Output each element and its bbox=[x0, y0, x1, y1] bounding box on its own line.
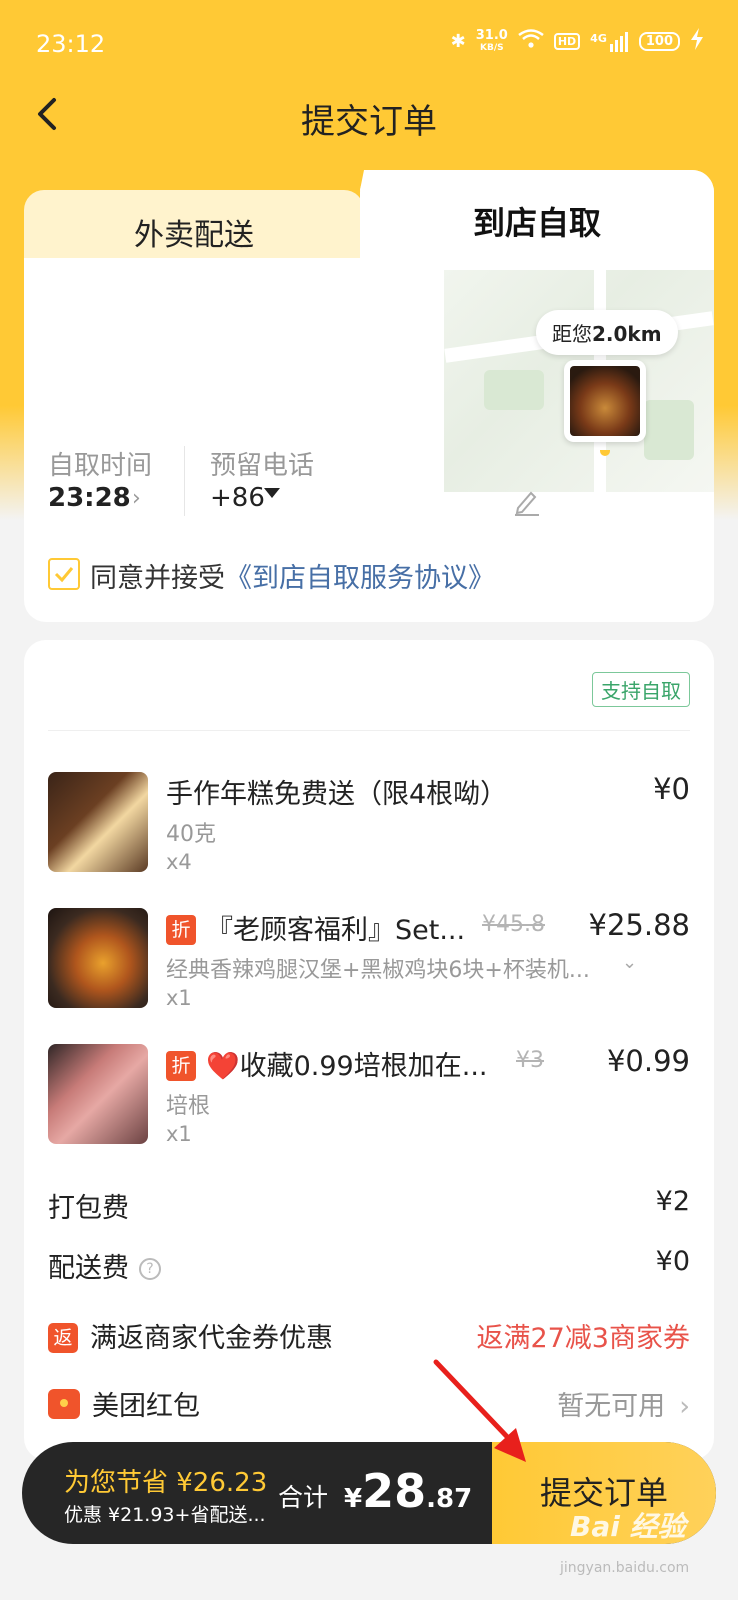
caret-down-icon[interactable] bbox=[264, 488, 280, 498]
phone-value[interactable]: +86 bbox=[210, 483, 265, 513]
item-price: ¥25.88 bbox=[588, 908, 690, 942]
item-name: 折 ❤️收藏0.99培根加在... bbox=[166, 1044, 487, 1083]
page-title: 提交订单 bbox=[301, 102, 437, 142]
total-label: 合计 bbox=[278, 1483, 329, 1512]
status-time: 23:12 bbox=[36, 30, 106, 58]
map-park bbox=[644, 400, 694, 460]
agree-checkbox[interactable] bbox=[48, 558, 80, 590]
help-icon[interactable]: ? bbox=[139, 1258, 161, 1280]
support-pickup-badge: 支持自取 bbox=[592, 672, 690, 707]
watermark-url: jingyan.baidu.com bbox=[560, 1560, 690, 1576]
item-qty: x4 bbox=[166, 850, 192, 874]
packing-fee-row: 打包费 ¥2 bbox=[48, 1186, 690, 1226]
divider bbox=[184, 446, 185, 516]
annotation-arrow-icon bbox=[430, 1358, 540, 1470]
tab-delivery-label[interactable]: 外卖配送 bbox=[24, 210, 364, 254]
packing-fee-value: ¥2 bbox=[655, 1186, 690, 1217]
red-packet-icon bbox=[48, 1389, 80, 1419]
edit-pencil-icon[interactable] bbox=[512, 486, 542, 516]
rebate-value: 返满27减3商家券 bbox=[476, 1323, 690, 1354]
charging-icon bbox=[690, 28, 704, 55]
pickup-card: 外卖配送 到店自取 距您2.0km 自取时间 23:28 › 预留电话 +86 … bbox=[24, 170, 714, 622]
item-qty: x1 bbox=[166, 1122, 192, 1146]
pickup-time-value[interactable]: 23:28 bbox=[48, 483, 131, 513]
delivery-fee-label: 配送费? bbox=[48, 1246, 161, 1285]
order-item[interactable]: 手作年糕免费送（限4根呦） 40克 x4 ¥0 bbox=[48, 772, 690, 876]
order-item[interactable]: 折 ❤️收藏0.99培根加在... ¥3 ¥0.99 培根 x1 bbox=[48, 1044, 690, 1148]
network-speed: 31.0 KB/S bbox=[475, 27, 508, 53]
bluetooth-icon: ✱ bbox=[450, 31, 466, 52]
item-image bbox=[48, 908, 148, 1008]
order-card: 支持自取 手作年糕免费送（限4根呦） 40克 x4 ¥0 折『老顾客福利』Set… bbox=[24, 640, 714, 1460]
wifi-icon bbox=[518, 29, 544, 54]
rebate-label: 返满返商家代金券优惠 bbox=[48, 1316, 333, 1355]
chevron-down-icon[interactable]: ⌄ bbox=[622, 952, 637, 973]
signal-icon: 4G bbox=[590, 31, 629, 52]
discount-tag: 折 bbox=[166, 1051, 196, 1081]
savings-detail[interactable]: 优惠 ¥21.93+省配送... bbox=[64, 1500, 266, 1527]
status-bar: 23:12 ✱ 31.0 KB/S HD 4G 100 bbox=[0, 0, 738, 88]
battery-icon: 100 bbox=[638, 32, 680, 51]
item-price: ¥0.99 bbox=[606, 1044, 690, 1078]
savings-text: 为您节省 ¥26.23 bbox=[64, 1468, 268, 1498]
agreement-link[interactable]: 《到店自取服务协议》 bbox=[225, 563, 495, 594]
pickup-time-label: 自取时间 bbox=[48, 451, 153, 481]
order-item[interactable]: 折『老顾客福利』Set... ¥45.8 ¥25.88 经典香辣鸡腿汉堡+黑椒鸡… bbox=[48, 908, 690, 1012]
rebate-tag: 返 bbox=[48, 1323, 78, 1353]
divider bbox=[48, 730, 690, 731]
item-spec: 经典香辣鸡腿汉堡+黑椒鸡块6块+杯装机... bbox=[166, 958, 590, 983]
map-park bbox=[484, 370, 544, 410]
item-original-price: ¥45.8 bbox=[482, 912, 545, 937]
store-image bbox=[570, 366, 640, 436]
chevron-right-icon[interactable]: › bbox=[132, 486, 141, 511]
chevron-right-icon: › bbox=[679, 1391, 690, 1422]
packing-fee-label: 打包费 bbox=[48, 1193, 129, 1224]
agreement-text: 同意并接受《到店自取服务协议》 bbox=[90, 563, 495, 594]
rebate-row[interactable]: 返满返商家代金券优惠 返满27减3商家券 bbox=[48, 1316, 690, 1356]
item-image bbox=[48, 772, 148, 872]
item-qty: x1 bbox=[166, 986, 192, 1010]
redpacket-value: 暂无可用 › bbox=[557, 1391, 690, 1422]
nav-bar: 提交订单 bbox=[0, 88, 738, 144]
item-name: 手作年糕免费送（限4根呦） bbox=[166, 779, 508, 810]
redpacket-row[interactable]: 美团红包 暂无可用 › bbox=[48, 1384, 690, 1424]
phone-label: 预留电话 bbox=[210, 451, 315, 481]
item-spec: 培根 bbox=[166, 1094, 211, 1119]
delivery-fee-value: ¥0 bbox=[655, 1246, 690, 1277]
item-name: 折『老顾客福利』Set... bbox=[166, 908, 465, 947]
item-price: ¥0 bbox=[653, 772, 690, 806]
hd-icon: HD bbox=[553, 33, 581, 50]
distance-bubble: 距您2.0km bbox=[536, 310, 678, 355]
item-image bbox=[48, 1044, 148, 1144]
delivery-fee-row: 配送费? ¥0 bbox=[48, 1246, 690, 1286]
store-pin[interactable] bbox=[564, 360, 646, 442]
redpacket-label: 美团红包 bbox=[48, 1384, 200, 1423]
item-spec: 40克 bbox=[166, 822, 216, 847]
item-original-price: ¥3 bbox=[516, 1048, 544, 1073]
status-icons: ✱ 31.0 KB/S HD 4G 100 bbox=[451, 28, 704, 55]
discount-tag: 折 bbox=[166, 915, 196, 945]
tab-pickup-label[interactable]: 到店自取 bbox=[360, 198, 714, 244]
watermark-logo: Bai 经验 bbox=[570, 1510, 686, 1543]
total-amount: ¥28.87 bbox=[344, 1464, 473, 1518]
